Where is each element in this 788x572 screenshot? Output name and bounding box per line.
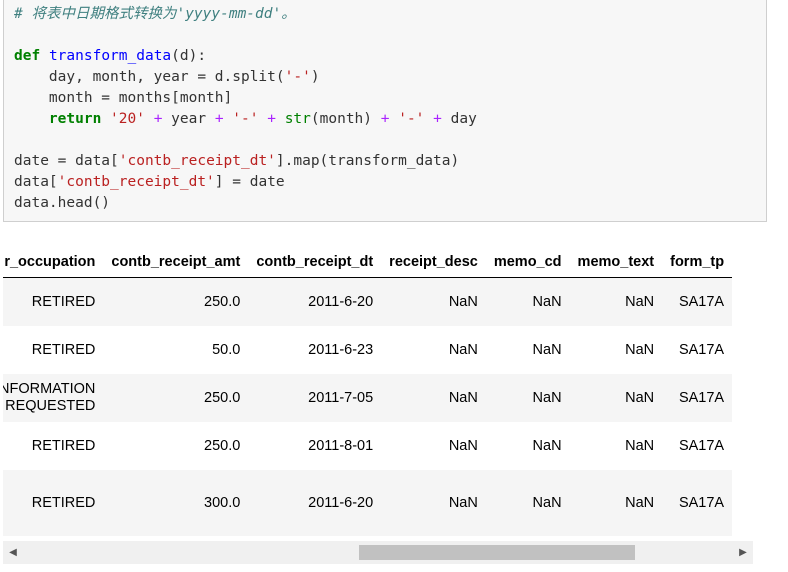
code-line-assign: data[ — [14, 174, 58, 190]
scroll-right-arrow-icon[interactable]: ▶ — [733, 541, 753, 564]
string-dash: '-' — [232, 111, 259, 127]
table-cell: NaN — [569, 469, 663, 536]
string-20: '20' — [110, 111, 145, 127]
code-comment: # 将表中日期格式转换为'yyyy-mm-dd'。 — [14, 6, 296, 22]
column-header: r_occupation — [3, 246, 104, 278]
string-dash: '-' — [284, 69, 311, 85]
table-cell: SA17A — [662, 373, 733, 422]
table-cell: NFORMATION REQUESTED — [3, 373, 104, 422]
table-cell: NaN — [448, 341, 478, 358]
plus-operator: + — [380, 111, 390, 127]
table-cell: 250.0 — [103, 277, 249, 326]
table-row: RETIRED 250.0 2011-8-01 NaN NaN NaN SA17… — [3, 422, 732, 470]
code-line-assign-end: ] = date — [214, 174, 285, 190]
code-line-head: data.head() — [14, 195, 111, 211]
string-col: 'contb_receipt_dt' — [118, 153, 276, 169]
table-cell: 250.0 — [103, 373, 249, 422]
table-cell: NaN — [625, 437, 655, 454]
table-cell: NaN — [485, 277, 570, 326]
builtin-str: str — [284, 111, 311, 127]
table-row: RETIRED 250.0 2011-6-20 NaN NaN NaN SA17… — [3, 277, 733, 326]
table-cell: NaN — [485, 373, 570, 422]
dataframe-table: r_occupation contb_receipt_amt contb_rec… — [3, 246, 733, 536]
plus-operator: + — [214, 111, 224, 127]
code-line-map: ].map(transform_data) — [275, 153, 460, 169]
code-line-month: month = months[month] — [14, 90, 233, 106]
table-cell: RETIRED — [3, 469, 104, 536]
table-cell: NaN — [625, 341, 655, 358]
table-row: RETIRED 300.0 2011-6-20 NaN NaN NaN SA17… — [3, 469, 733, 536]
code-cell[interactable]: # 将表中日期格式转换为'yyyy-mm-dd'。 def transform_… — [3, 0, 767, 222]
code-line-split: day, month, year = d.split( — [14, 69, 285, 85]
string-col: 'contb_receipt_dt' — [57, 174, 215, 190]
string-dash: '-' — [398, 111, 425, 127]
column-header: memo_text — [569, 246, 663, 278]
column-header: contb_receipt_amt — [103, 246, 249, 278]
var-year: year — [171, 111, 207, 127]
table-cell: NaN — [448, 437, 478, 454]
cell-text: NFORMATION REQUESTED — [3, 380, 96, 414]
output-table-container: r_occupation contb_receipt_amt contb_rec… — [3, 246, 753, 536]
return-keyword: return — [48, 111, 102, 127]
table-cell: SA17A — [662, 277, 733, 326]
scrollbar-thumb[interactable] — [359, 545, 635, 560]
horizontal-scrollbar[interactable]: ◀ ▶ — [3, 541, 753, 564]
table-cell: SA17A — [662, 469, 733, 536]
column-header: contb_receipt_dt — [248, 246, 382, 278]
table-cell: NaN — [569, 373, 663, 422]
table-cell: 2011-6-20 — [248, 277, 382, 326]
table-cell: 2011-6-20 — [248, 469, 382, 536]
column-header: form_tp — [662, 246, 733, 278]
table-cell: NaN — [381, 277, 486, 326]
table-cell: NaN — [569, 277, 663, 326]
table-cell: 2011-6-23 — [308, 341, 374, 358]
var-month: (month) — [310, 111, 373, 127]
table-row: NFORMATION REQUESTED 250.0 2011-7-05 NaN… — [3, 373, 733, 422]
function-params: (d): — [171, 48, 207, 64]
column-header: memo_cd — [485, 246, 570, 278]
table-cell: 2011-7-05 — [248, 373, 382, 422]
paren-close: ) — [310, 69, 320, 85]
plus-operator: + — [433, 111, 442, 127]
code-line-date: date = data[ — [14, 153, 119, 169]
table-cell: NaN — [381, 373, 486, 422]
scroll-left-arrow-icon[interactable]: ◀ — [3, 541, 23, 564]
code-editor[interactable]: # 将表中日期格式转换为'yyyy-mm-dd'。 def transform_… — [14, 4, 477, 214]
table-cell: NaN — [485, 469, 570, 536]
table-cell: SA17A — [678, 437, 725, 454]
table-cell: 50.0 — [212, 341, 241, 358]
plus-operator: + — [267, 111, 276, 127]
column-header: receipt_desc — [381, 246, 486, 278]
header-row: r_occupation contb_receipt_amt contb_rec… — [3, 246, 733, 278]
plus-operator: + — [153, 111, 163, 127]
table-cell: SA17A — [678, 341, 725, 358]
table-cell: RETIRED — [3, 277, 104, 326]
table-cell: RETIRED — [31, 437, 96, 454]
table-row: RETIRED 50.0 2011-6-23 NaN NaN NaN SA17A — [3, 326, 732, 374]
table-cell: 300.0 — [103, 469, 249, 536]
table-cell: NaN — [532, 341, 562, 358]
function-name: transform_data — [48, 48, 172, 64]
var-day: day — [450, 111, 477, 127]
table-cell: NaN — [532, 437, 562, 454]
table-cell: RETIRED — [31, 341, 96, 358]
table-cell: 2011-8-01 — [308, 437, 374, 454]
def-keyword: def — [14, 48, 41, 64]
table-cell: 250.0 — [204, 437, 241, 454]
table-cell: NaN — [381, 469, 486, 536]
